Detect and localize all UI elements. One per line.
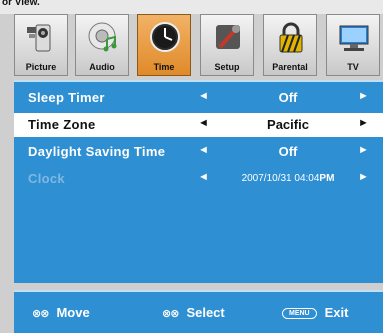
hint-move-label: Move — [56, 305, 90, 320]
arrow-left-icon[interactable]: ◄ — [198, 144, 209, 156]
arrow-left-icon[interactable]: ◄ — [198, 117, 209, 129]
tab-tv[interactable]: TV — [326, 14, 380, 76]
setup-icon — [216, 25, 240, 49]
tab-label: Parental — [272, 62, 308, 72]
row-label: Clock — [28, 171, 65, 186]
tv-icon — [339, 25, 369, 51]
audio-icon — [88, 22, 117, 52]
tab-bar: Picture Audio Time Setup Parental TV — [14, 14, 383, 76]
clock-ampm: PM — [319, 173, 335, 184]
clock-icon — [150, 22, 180, 52]
arrow-right-icon[interactable]: ► — [358, 171, 369, 183]
settings-panel: Sleep Timer ◄ Off ► Time Zone ◄ Pacific … — [14, 80, 383, 283]
picture-icon — [27, 24, 51, 52]
row-value: Off — [278, 144, 298, 159]
tab-time[interactable]: Time — [137, 14, 191, 76]
tab-label: Setup — [214, 62, 240, 72]
row-label: Sleep Timer — [28, 90, 105, 105]
row-label: Daylight Saving Time — [28, 144, 166, 159]
tv-osd-menu: or View. Picture Audio Time Setup Parent… — [0, 0, 383, 333]
hint-select: ⊗⊗ Select — [162, 305, 225, 320]
tab-label: Time — [153, 62, 175, 72]
hint-select-label: Select — [186, 305, 225, 320]
tab-label: Picture — [25, 62, 57, 72]
menu-row-clock[interactable]: Clock ◄ 2007/10/31 04:04PM ► — [14, 167, 383, 191]
row-label: Time Zone — [28, 117, 96, 132]
arrow-right-icon[interactable]: ► — [358, 90, 369, 102]
up-down-icon: ⊗⊗ — [32, 308, 49, 320]
arrow-left-icon[interactable]: ◄ — [198, 90, 209, 102]
menu-key-icon: MENU — [282, 308, 317, 319]
left-right-icon: ⊗⊗ — [162, 308, 179, 320]
hint-exit: MENU Exit — [282, 305, 348, 320]
row-value: Off — [278, 90, 298, 105]
arrow-left-icon[interactable]: ◄ — [198, 171, 209, 183]
hint-move: ⊗⊗ Move — [32, 305, 90, 320]
menu-row-sleep-timer[interactable]: Sleep Timer ◄ Off ► — [14, 86, 383, 110]
hint-exit-label: Exit — [324, 305, 349, 320]
row-value: 2007/10/31 04:04PM — [218, 173, 358, 184]
row-value: Pacific — [267, 117, 309, 132]
arrow-right-icon[interactable]: ► — [358, 117, 369, 129]
tab-parental[interactable]: Parental — [263, 14, 317, 76]
menu-row-daylight-saving[interactable]: Daylight Saving Time ◄ Off ► — [14, 140, 383, 164]
tab-label: TV — [347, 62, 359, 72]
tab-label: Audio — [89, 62, 115, 72]
top-sliver: or View. — [0, 0, 383, 14]
footer-hints: ⊗⊗ Move ⊗⊗ Select MENU Exit — [14, 290, 383, 333]
tab-audio[interactable]: Audio — [75, 14, 129, 76]
tab-setup[interactable]: Setup — [200, 14, 254, 76]
lock-icon — [279, 22, 303, 53]
arrow-right-icon[interactable]: ► — [358, 144, 369, 156]
menu-row-time-zone[interactable]: Time Zone ◄ Pacific ► — [14, 113, 383, 137]
tab-picture[interactable]: Picture — [14, 14, 68, 76]
top-caption: or View. — [2, 0, 40, 8]
clock-datetime: 2007/10/31 04:04 — [241, 173, 320, 184]
